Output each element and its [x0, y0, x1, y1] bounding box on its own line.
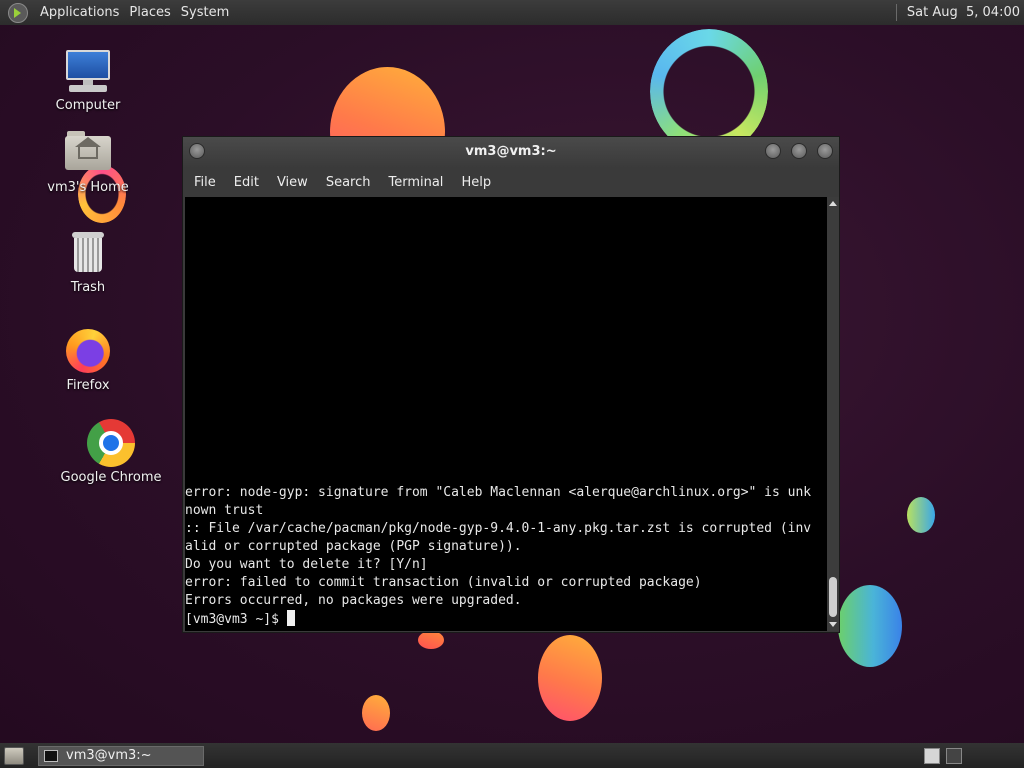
scroll-down-arrow-icon[interactable]: [829, 622, 837, 627]
workspace-2-button[interactable]: [946, 747, 962, 764]
menu-terminal[interactable]: Terminal: [381, 175, 450, 190]
terminal-output: error: node-gyp: signature from "Caleb M…: [185, 485, 812, 608]
terminal-scrollbar[interactable]: [827, 197, 839, 631]
terminal-window[interactable]: vm3@vm3:~ File Edit View Search Terminal…: [182, 136, 840, 633]
maximize-button[interactable]: [791, 143, 807, 159]
desktop-icon-label: Computer: [55, 98, 121, 113]
computer-icon: [63, 46, 113, 96]
terminal-menubar: File Edit View Search Terminal Help: [183, 168, 839, 196]
wallpaper-small-orange-blob: [362, 695, 390, 731]
clock-text[interactable]: Sat Aug 5, 04:00: [907, 5, 1020, 20]
distro-logo-icon[interactable]: [8, 2, 28, 23]
clock-applet[interactable]: Sat Aug 5, 04:00: [895, 0, 1024, 25]
home-folder-icon: [63, 128, 113, 178]
chrome-icon: [86, 418, 136, 468]
top-panel: Applications Places System Sat Aug 5, 04…: [0, 0, 1024, 25]
desktop-icon-firefox[interactable]: Firefox: [38, 326, 138, 393]
trash-icon: [63, 228, 113, 278]
desktop-icon-label: Google Chrome: [60, 470, 162, 485]
workspace-1-button[interactable]: [924, 747, 940, 764]
taskbar-item-terminal[interactable]: vm3@vm3:~: [38, 745, 204, 766]
wallpaper-blue-blob: [838, 585, 902, 667]
desktop-icon-label: vm3's Home: [47, 180, 129, 195]
desktop-icon-trash[interactable]: Trash: [38, 228, 138, 295]
wallpaper-small-blue-blob: [907, 497, 935, 533]
minimize-button[interactable]: [765, 143, 781, 159]
shell-prompt: [vm3@vm3 ~]$: [185, 612, 287, 627]
menu-edit[interactable]: Edit: [227, 175, 266, 190]
show-desktop-icon[interactable]: [4, 746, 24, 765]
scrollbar-thumb[interactable]: [829, 577, 837, 617]
text-cursor: [286, 610, 295, 626]
desktop-icon-computer[interactable]: Computer: [38, 46, 138, 113]
menu-places[interactable]: Places: [125, 5, 174, 20]
desktop-icon-label: Trash: [70, 280, 106, 295]
window-titlebar[interactable]: vm3@vm3:~: [183, 137, 839, 168]
desktop-icon-chrome[interactable]: Google Chrome: [58, 418, 164, 485]
panel-separator: [895, 4, 897, 21]
window-title: vm3@vm3:~: [465, 144, 557, 159]
menu-search[interactable]: Search: [319, 175, 378, 190]
wallpaper-orange-blob-bottom: [538, 635, 602, 721]
menu-help[interactable]: Help: [454, 175, 498, 190]
close-button[interactable]: [817, 143, 833, 159]
menu-view[interactable]: View: [270, 175, 315, 190]
terminal-output-area[interactable]: error: node-gyp: signature from "Caleb M…: [185, 197, 827, 631]
wallpaper-tiny-red-blob: [418, 631, 444, 649]
desktop-icon-label: Firefox: [66, 378, 110, 393]
menu-file[interactable]: File: [187, 175, 223, 190]
bottom-panel: vm3@vm3:~: [0, 743, 1024, 768]
desktop-icon-home[interactable]: vm3's Home: [38, 128, 138, 195]
menu-system[interactable]: System: [177, 5, 233, 20]
terminal-text: error: node-gyp: signature from "Caleb M…: [185, 484, 811, 631]
taskbar-item-label: vm3@vm3:~: [66, 748, 152, 763]
scroll-up-arrow-icon[interactable]: [829, 201, 837, 206]
menu-applications[interactable]: Applications: [36, 5, 123, 20]
firefox-icon: [63, 326, 113, 376]
terminal-icon: [44, 749, 58, 762]
